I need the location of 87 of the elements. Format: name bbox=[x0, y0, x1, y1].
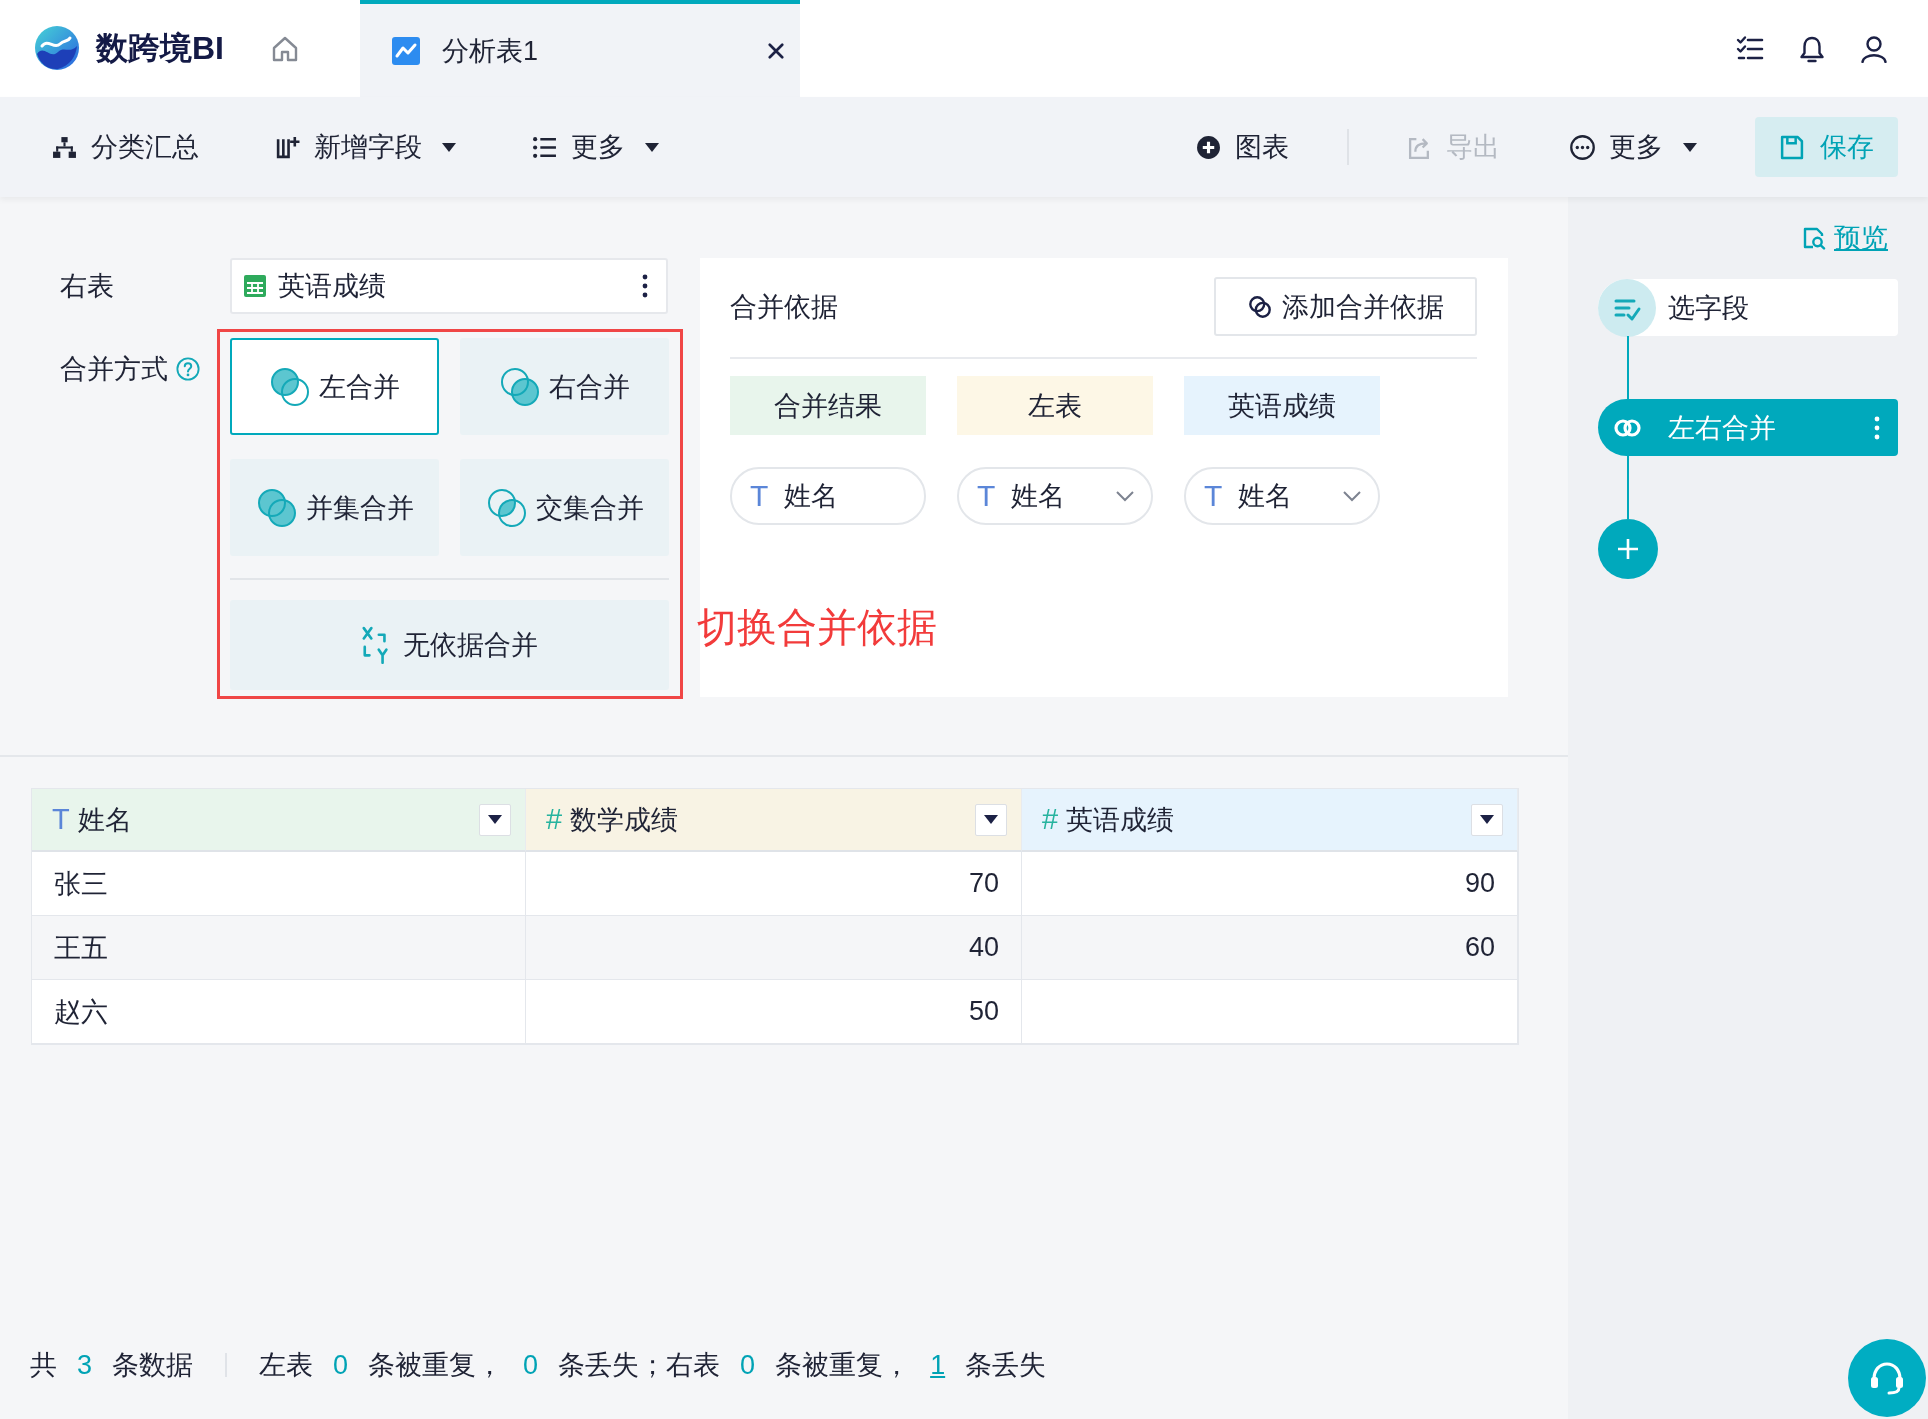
logo-text: 数跨境BI bbox=[96, 28, 224, 68]
type-icon: T bbox=[977, 479, 996, 513]
summary-text: 条丢失 bbox=[965, 1349, 1047, 1382]
connector-line bbox=[1627, 336, 1629, 399]
column-menu-button[interactable] bbox=[975, 803, 1007, 836]
more-button[interactable]: 更多 bbox=[520, 119, 671, 175]
more-button[interactable]: 更多 bbox=[1558, 119, 1709, 175]
caret-icon bbox=[984, 815, 998, 824]
chevron-down-icon bbox=[1342, 490, 1362, 502]
type-icon: T bbox=[1204, 479, 1223, 513]
field-list-icon bbox=[1598, 278, 1656, 337]
help-icon[interactable] bbox=[176, 357, 200, 381]
merge-option[interactable]: 无依据合并 bbox=[230, 600, 669, 690]
type-icon: # bbox=[546, 803, 563, 836]
count-value: 0 bbox=[333, 1349, 349, 1381]
type-icon: T bbox=[750, 479, 769, 513]
type-icon: # bbox=[1042, 803, 1059, 836]
summary-text: 左表 bbox=[259, 1349, 314, 1382]
user-icon[interactable] bbox=[1860, 34, 1888, 63]
rings-icon bbox=[1614, 417, 1641, 438]
source-tag: 合并结果 bbox=[730, 376, 926, 435]
panel-title: 合并依据 bbox=[730, 290, 838, 324]
merge-option[interactable]: 并集合并 bbox=[230, 459, 439, 556]
add-circle-icon bbox=[1196, 134, 1221, 160]
merge-option[interactable]: 左合并 bbox=[230, 338, 439, 435]
summary-text: 条被重复， bbox=[775, 1349, 911, 1382]
chart-button[interactable]: 图表 bbox=[1184, 119, 1301, 175]
venn-icon bbox=[499, 365, 541, 408]
column-title: 姓名 bbox=[77, 803, 132, 837]
save-icon bbox=[1779, 134, 1804, 160]
column-title: 数学成绩 bbox=[570, 803, 679, 837]
hierarchy-icon bbox=[52, 134, 77, 160]
flow-step[interactable]: 选字段 bbox=[1598, 279, 1898, 336]
bell-icon[interactable] bbox=[1798, 34, 1826, 63]
source-tag: 英语成绩 bbox=[1184, 376, 1380, 435]
venn-icon bbox=[269, 365, 311, 408]
column-menu-button[interactable] bbox=[1471, 803, 1503, 836]
group-summary-button[interactable]: 分类汇总 bbox=[40, 119, 211, 175]
field-select[interactable]: T 姓名 bbox=[730, 467, 926, 525]
caret-icon bbox=[645, 142, 659, 152]
table-cell: 40 bbox=[526, 916, 1022, 980]
add-step-button[interactable] bbox=[1598, 519, 1658, 579]
connector-line bbox=[1627, 456, 1629, 519]
table-select[interactable]: 英语成绩 bbox=[230, 258, 668, 314]
add-column-icon bbox=[275, 134, 300, 160]
count-value: 3 bbox=[77, 1349, 93, 1381]
close-icon[interactable] bbox=[768, 42, 784, 59]
table-icon bbox=[244, 275, 266, 297]
type-icon: T bbox=[52, 803, 70, 836]
caret-icon bbox=[488, 815, 502, 824]
venn-icon bbox=[255, 486, 298, 529]
rings-icon bbox=[1247, 294, 1272, 319]
list-icon bbox=[532, 134, 557, 160]
field-select[interactable]: T 姓名 bbox=[957, 467, 1153, 525]
merge-option[interactable]: 右合并 bbox=[460, 338, 669, 435]
add-basis-button[interactable]: 添加合并依据 bbox=[1214, 277, 1477, 336]
add-field-button[interactable]: 新增字段 bbox=[263, 119, 468, 175]
count-value: 0 bbox=[523, 1349, 539, 1381]
table-cell: 60 bbox=[1022, 916, 1518, 980]
count-value: 0 bbox=[740, 1349, 756, 1381]
caret-icon bbox=[1683, 142, 1697, 152]
preview-icon bbox=[1802, 226, 1826, 250]
caret-icon bbox=[1480, 815, 1494, 824]
caret-icon bbox=[442, 142, 456, 152]
plus-icon bbox=[1617, 538, 1639, 560]
table-cell: 王五 bbox=[32, 916, 526, 980]
venn-icon bbox=[485, 486, 528, 529]
field-select[interactable]: T 姓名 bbox=[1184, 467, 1380, 525]
more-icon[interactable] bbox=[642, 274, 648, 298]
form-label: 合并方式 bbox=[60, 353, 168, 386]
summary-text: 条被重复， bbox=[368, 1349, 504, 1382]
table-cell: 50 bbox=[526, 980, 1022, 1044]
summary-text: 条数据 bbox=[112, 1349, 194, 1382]
summary-text: 条丢失；右表 bbox=[558, 1349, 721, 1382]
column-menu-button[interactable] bbox=[479, 803, 511, 836]
more-icon bbox=[1570, 134, 1595, 160]
line-chart-icon bbox=[392, 36, 420, 65]
sheet-tab[interactable]: 分析表1 bbox=[360, 0, 800, 97]
form-label: 右表 bbox=[60, 270, 115, 303]
chevron-down-icon bbox=[1115, 490, 1135, 502]
summary-text: 共 bbox=[30, 1349, 57, 1382]
column-title: 英语成绩 bbox=[1066, 803, 1175, 837]
merge-option[interactable]: 交集合并 bbox=[460, 459, 669, 556]
annotation-text: 切换合并依据 bbox=[697, 604, 937, 651]
xy-icon bbox=[361, 626, 391, 664]
source-tag: 左表 bbox=[957, 376, 1153, 435]
table-cell: 赵六 bbox=[32, 980, 526, 1044]
